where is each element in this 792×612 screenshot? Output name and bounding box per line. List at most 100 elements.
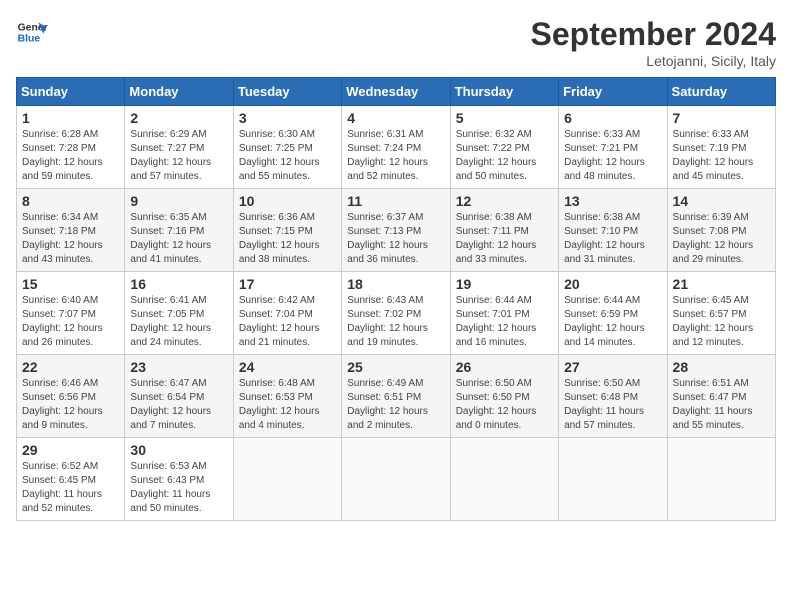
day-info: Sunrise: 6:29 AM Sunset: 7:27 PM Dayligh… <box>130 128 227 184</box>
table-cell: 1 Sunrise: 6:28 AM Sunset: 7:28 PM Daylig… <box>17 106 125 189</box>
day-number: 23 <box>130 359 227 375</box>
day-number: 14 <box>673 193 770 209</box>
day-info: Sunrise: 6:50 AM Sunset: 6:50 PM Dayligh… <box>456 377 553 433</box>
day-number: 7 <box>673 110 770 126</box>
day-info: Sunrise: 6:43 AM Sunset: 7:02 PM Dayligh… <box>347 294 444 350</box>
table-cell: 15Sunrise: 6:40 AM Sunset: 7:07 PM Dayli… <box>17 272 125 355</box>
day-number: 28 <box>673 359 770 375</box>
header-row: Sunday Monday Tuesday Wednesday Thursday… <box>17 78 776 106</box>
table-cell: 6 Sunrise: 6:33 AM Sunset: 7:21 PM Daylig… <box>559 106 667 189</box>
table-cell: 17 Sunrise: 6:42 AM Sunset: 7:04 PM Dayli… <box>233 272 341 355</box>
day-info: Sunrise: 6:35 AM Sunset: 7:16 PM Dayligh… <box>130 211 227 267</box>
week-row-1: 1 Sunrise: 6:28 AM Sunset: 7:28 PM Daylig… <box>17 106 776 189</box>
col-saturday: Saturday <box>667 78 775 106</box>
day-info: Sunrise: 6:28 AM Sunset: 7:28 PM Dayligh… <box>22 128 119 184</box>
day-number: 11 <box>347 193 444 209</box>
table-cell: 2 Sunrise: 6:29 AM Sunset: 7:27 PM Daylig… <box>125 106 233 189</box>
day-number: 30 <box>130 442 227 458</box>
day-info: Sunrise: 6:34 AM Sunset: 7:18 PM Dayligh… <box>22 211 119 267</box>
table-cell: 27 Sunrise: 6:50 AM Sunset: 6:48 PM Dayli… <box>559 355 667 438</box>
table-cell: 13 Sunrise: 6:38 AM Sunset: 7:10 PM Dayli… <box>559 189 667 272</box>
table-cell: 4 Sunrise: 6:31 AM Sunset: 7:24 PM Daylig… <box>342 106 450 189</box>
day-number: 22 <box>22 359 119 375</box>
day-info: Sunrise: 6:53 AM Sunset: 6:43 PM Dayligh… <box>130 460 227 516</box>
col-monday: Monday <box>125 78 233 106</box>
day-info: Sunrise: 6:44 AM Sunset: 6:59 PM Dayligh… <box>564 294 661 350</box>
table-cell: 20 Sunrise: 6:44 AM Sunset: 6:59 PM Dayli… <box>559 272 667 355</box>
table-cell: 29 Sunrise: 6:52 AM Sunset: 6:45 PM Dayli… <box>17 438 125 521</box>
calendar-body: 1 Sunrise: 6:28 AM Sunset: 7:28 PM Daylig… <box>17 106 776 521</box>
col-tuesday: Tuesday <box>233 78 341 106</box>
table-cell <box>342 438 450 521</box>
title-area: September 2024 Letojanni, Sicily, Italy <box>531 16 776 69</box>
table-cell: 8Sunrise: 6:34 AM Sunset: 7:18 PM Daylig… <box>17 189 125 272</box>
day-number: 27 <box>564 359 661 375</box>
table-cell: 12 Sunrise: 6:38 AM Sunset: 7:11 PM Dayli… <box>450 189 558 272</box>
day-number: 12 <box>456 193 553 209</box>
day-info: Sunrise: 6:39 AM Sunset: 7:08 PM Dayligh… <box>673 211 770 267</box>
day-info: Sunrise: 6:33 AM Sunset: 7:21 PM Dayligh… <box>564 128 661 184</box>
week-row-4: 22 Sunrise: 6:46 AM Sunset: 6:56 PM Dayli… <box>17 355 776 438</box>
table-cell <box>233 438 341 521</box>
header: General Blue General Blue September 2024… <box>16 16 776 69</box>
table-cell: 10 Sunrise: 6:36 AM Sunset: 7:15 PM Dayli… <box>233 189 341 272</box>
day-number: 29 <box>22 442 119 458</box>
day-number: 17 <box>239 276 336 292</box>
col-friday: Friday <box>559 78 667 106</box>
day-info: Sunrise: 6:30 AM Sunset: 7:25 PM Dayligh… <box>239 128 336 184</box>
day-info: Sunrise: 6:50 AM Sunset: 6:48 PM Dayligh… <box>564 377 661 433</box>
day-number: 20 <box>564 276 661 292</box>
col-thursday: Thursday <box>450 78 558 106</box>
table-cell <box>667 438 775 521</box>
day-info: Sunrise: 6:42 AM Sunset: 7:04 PM Dayligh… <box>239 294 336 350</box>
week-row-2: 8Sunrise: 6:34 AM Sunset: 7:18 PM Daylig… <box>17 189 776 272</box>
day-number: 19 <box>456 276 553 292</box>
day-number: 24 <box>239 359 336 375</box>
table-cell: 14 Sunrise: 6:39 AM Sunset: 7:08 PM Dayli… <box>667 189 775 272</box>
day-number: 10 <box>239 193 336 209</box>
day-info: Sunrise: 6:36 AM Sunset: 7:15 PM Dayligh… <box>239 211 336 267</box>
day-number: 4 <box>347 110 444 126</box>
day-number: 3 <box>239 110 336 126</box>
day-info: Sunrise: 6:46 AM Sunset: 6:56 PM Dayligh… <box>22 377 119 433</box>
table-cell <box>559 438 667 521</box>
day-info: Sunrise: 6:31 AM Sunset: 7:24 PM Dayligh… <box>347 128 444 184</box>
table-cell: 22 Sunrise: 6:46 AM Sunset: 6:56 PM Dayli… <box>17 355 125 438</box>
day-number: 13 <box>564 193 661 209</box>
day-number: 18 <box>347 276 444 292</box>
table-cell: 25Sunrise: 6:49 AM Sunset: 6:51 PM Dayli… <box>342 355 450 438</box>
day-info: Sunrise: 6:45 AM Sunset: 6:57 PM Dayligh… <box>673 294 770 350</box>
table-cell: 24 Sunrise: 6:48 AM Sunset: 6:53 PM Dayli… <box>233 355 341 438</box>
logo-icon: General Blue <box>16 16 48 48</box>
day-number: 6 <box>564 110 661 126</box>
day-number: 1 <box>22 110 119 126</box>
table-cell: 19 Sunrise: 6:44 AM Sunset: 7:01 PM Dayli… <box>450 272 558 355</box>
day-info: Sunrise: 6:48 AM Sunset: 6:53 PM Dayligh… <box>239 377 336 433</box>
table-cell: 21Sunrise: 6:45 AM Sunset: 6:57 PM Dayli… <box>667 272 775 355</box>
month-title: September 2024 <box>531 16 776 53</box>
week-row-5: 29 Sunrise: 6:52 AM Sunset: 6:45 PM Dayli… <box>17 438 776 521</box>
calendar-table: Sunday Monday Tuesday Wednesday Thursday… <box>16 77 776 521</box>
day-info: Sunrise: 6:44 AM Sunset: 7:01 PM Dayligh… <box>456 294 553 350</box>
day-number: 16 <box>130 276 227 292</box>
day-number: 5 <box>456 110 553 126</box>
col-sunday: Sunday <box>17 78 125 106</box>
day-info: Sunrise: 6:38 AM Sunset: 7:11 PM Dayligh… <box>456 211 553 267</box>
day-info: Sunrise: 6:32 AM Sunset: 7:22 PM Dayligh… <box>456 128 553 184</box>
table-cell: 9 Sunrise: 6:35 AM Sunset: 7:16 PM Daylig… <box>125 189 233 272</box>
day-number: 25 <box>347 359 444 375</box>
day-info: Sunrise: 6:38 AM Sunset: 7:10 PM Dayligh… <box>564 211 661 267</box>
day-info: Sunrise: 6:52 AM Sunset: 6:45 PM Dayligh… <box>22 460 119 516</box>
table-cell: 23Sunrise: 6:47 AM Sunset: 6:54 PM Dayli… <box>125 355 233 438</box>
table-cell: 26Sunrise: 6:50 AM Sunset: 6:50 PM Dayli… <box>450 355 558 438</box>
day-info: Sunrise: 6:51 AM Sunset: 6:47 PM Dayligh… <box>673 377 770 433</box>
logo: General Blue General Blue <box>16 16 48 48</box>
table-cell: 30 Sunrise: 6:53 AM Sunset: 6:43 PM Dayli… <box>125 438 233 521</box>
day-number: 9 <box>130 193 227 209</box>
day-number: 2 <box>130 110 227 126</box>
day-info: Sunrise: 6:33 AM Sunset: 7:19 PM Dayligh… <box>673 128 770 184</box>
col-wednesday: Wednesday <box>342 78 450 106</box>
location: Letojanni, Sicily, Italy <box>531 53 776 69</box>
table-cell: 7 Sunrise: 6:33 AM Sunset: 7:19 PM Daylig… <box>667 106 775 189</box>
week-row-3: 15Sunrise: 6:40 AM Sunset: 7:07 PM Dayli… <box>17 272 776 355</box>
